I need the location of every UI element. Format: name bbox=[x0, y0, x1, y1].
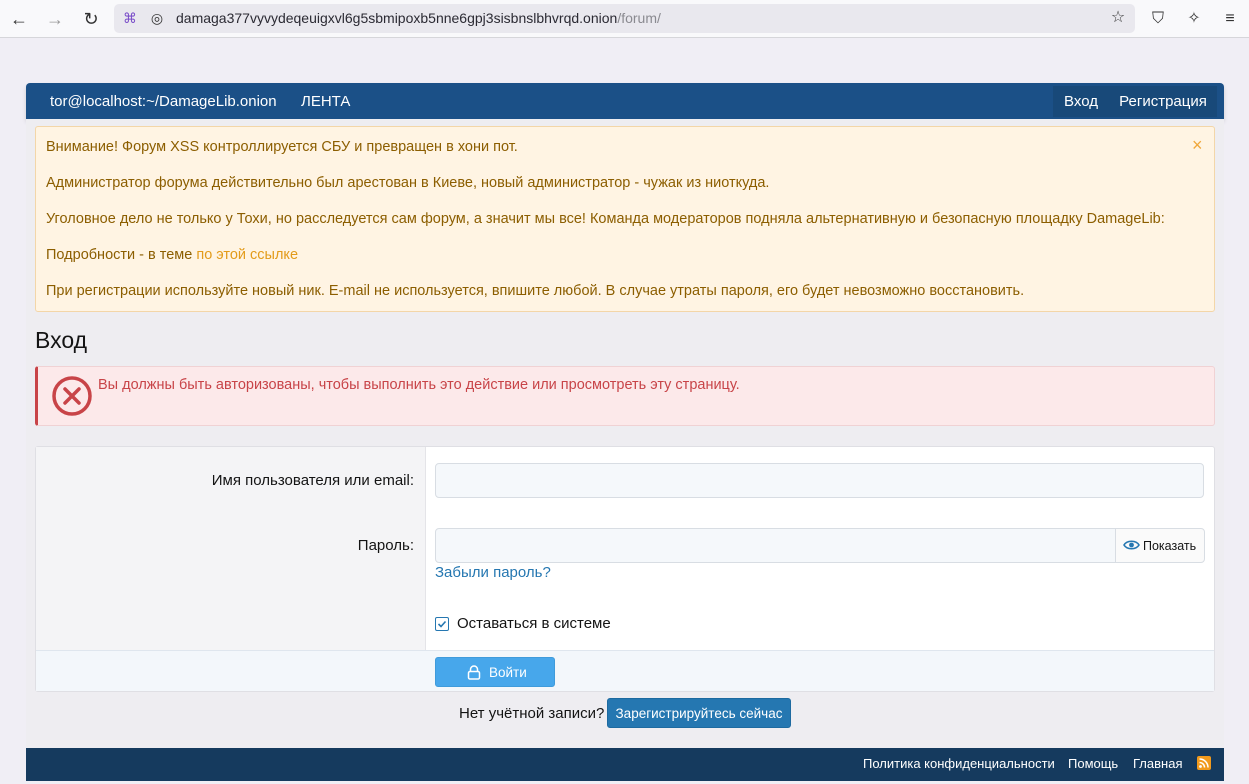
password-label: Пароль: bbox=[357, 537, 414, 554]
register-now-button[interactable]: Зарегистрируйтесь сейчас bbox=[607, 698, 791, 728]
username-input[interactable] bbox=[435, 463, 1204, 498]
forum-navbar: tor@localhost:~/DamageLib.onion ЛЕНТА Вх… bbox=[26, 83, 1224, 119]
rss-icon[interactable] bbox=[1197, 756, 1211, 770]
menu-icon[interactable]: ≡ bbox=[1220, 9, 1240, 29]
new-identity-icon[interactable]: ✧ bbox=[1184, 9, 1204, 29]
remember-me-checkbox[interactable] bbox=[435, 617, 449, 631]
page-title: Вход bbox=[35, 327, 88, 353]
site-footer: Политика конфиденциальности Помощь Главн… bbox=[26, 748, 1224, 781]
nav-register-button[interactable]: Регистрация bbox=[1109, 86, 1217, 117]
error-block: Вы должны быть авторизованы, чтобы выпол… bbox=[35, 366, 1215, 426]
notice-line: Подробности - в теме по этой ссылке bbox=[46, 247, 299, 263]
eye-icon bbox=[1123, 540, 1140, 550]
onion-site-icon[interactable]: ◎ bbox=[147, 8, 167, 28]
nav-lenta-link[interactable]: ЛЕНТА bbox=[301, 93, 350, 110]
lock-icon bbox=[467, 665, 481, 680]
shield-icon[interactable]: ⛉ bbox=[1148, 9, 1168, 29]
notice-close-icon[interactable]: × bbox=[1192, 135, 1203, 156]
remember-me-label[interactable]: Оставаться в системе bbox=[457, 615, 611, 632]
error-x-circle-icon bbox=[51, 375, 93, 422]
password-input[interactable] bbox=[435, 528, 1116, 563]
back-icon[interactable]: ← bbox=[9, 9, 29, 29]
login-form: Имя пользователя или email: Пароль: Пока… bbox=[35, 446, 1215, 692]
url-text[interactable]: damaga377vyvydeqeuigxvl6g5sbmipoxb5nne6g… bbox=[176, 10, 661, 26]
notice-line: При регистрации используйте новый ник. E… bbox=[46, 283, 1025, 299]
help-link[interactable]: Помощь bbox=[1068, 756, 1118, 771]
nav-login-button[interactable]: Вход bbox=[1053, 86, 1109, 117]
forward-icon[interactable]: → bbox=[45, 9, 65, 29]
onion-circuit-icon[interactable]: ⌘ bbox=[120, 8, 140, 28]
warning-notice: Внимание! Форум XSS контроллируется СБУ … bbox=[35, 126, 1215, 312]
forgot-password-link[interactable]: Забыли пароль? bbox=[435, 564, 551, 581]
error-message: Вы должны быть авторизованы, чтобы выпол… bbox=[98, 377, 740, 393]
privacy-policy-link[interactable]: Политика конфиденциальности bbox=[863, 756, 1055, 771]
notice-line: Внимание! Форум XSS контроллируется СБУ … bbox=[46, 139, 518, 155]
home-link[interactable]: Главная bbox=[1133, 756, 1182, 771]
browser-toolbar: ← → ↻ ⌘ ◎ damaga377vyvydeqeuigxvl6g5sbmi… bbox=[0, 0, 1249, 38]
login-submit-button[interactable]: Войти bbox=[435, 657, 555, 687]
bookmark-star-icon[interactable]: ☆ bbox=[1108, 8, 1128, 28]
address-bar[interactable]: ⌘ ◎ damaga377vyvydeqeuigxvl6g5sbmipoxb5n… bbox=[114, 4, 1135, 33]
reload-icon[interactable]: ↻ bbox=[81, 9, 101, 29]
site-brand-link[interactable]: tor@localhost:~/DamageLib.onion bbox=[50, 93, 277, 110]
no-account-text: Нет учётной записи? bbox=[459, 705, 605, 722]
notice-line: Уголовное дело не только у Тохи, но расс… bbox=[46, 211, 1165, 227]
checkmark-icon bbox=[437, 620, 447, 628]
form-submit-row: Войти bbox=[36, 650, 1214, 691]
notice-line: Администратор форума действительно был а… bbox=[46, 175, 770, 191]
show-password-button[interactable]: Показать bbox=[1115, 528, 1205, 563]
show-password-label: Показать bbox=[1143, 539, 1197, 553]
login-submit-label: Войти bbox=[489, 665, 527, 680]
username-label: Имя пользователя или email: bbox=[211, 472, 414, 489]
notice-thread-link[interactable]: по этой ссылке bbox=[196, 247, 298, 263]
